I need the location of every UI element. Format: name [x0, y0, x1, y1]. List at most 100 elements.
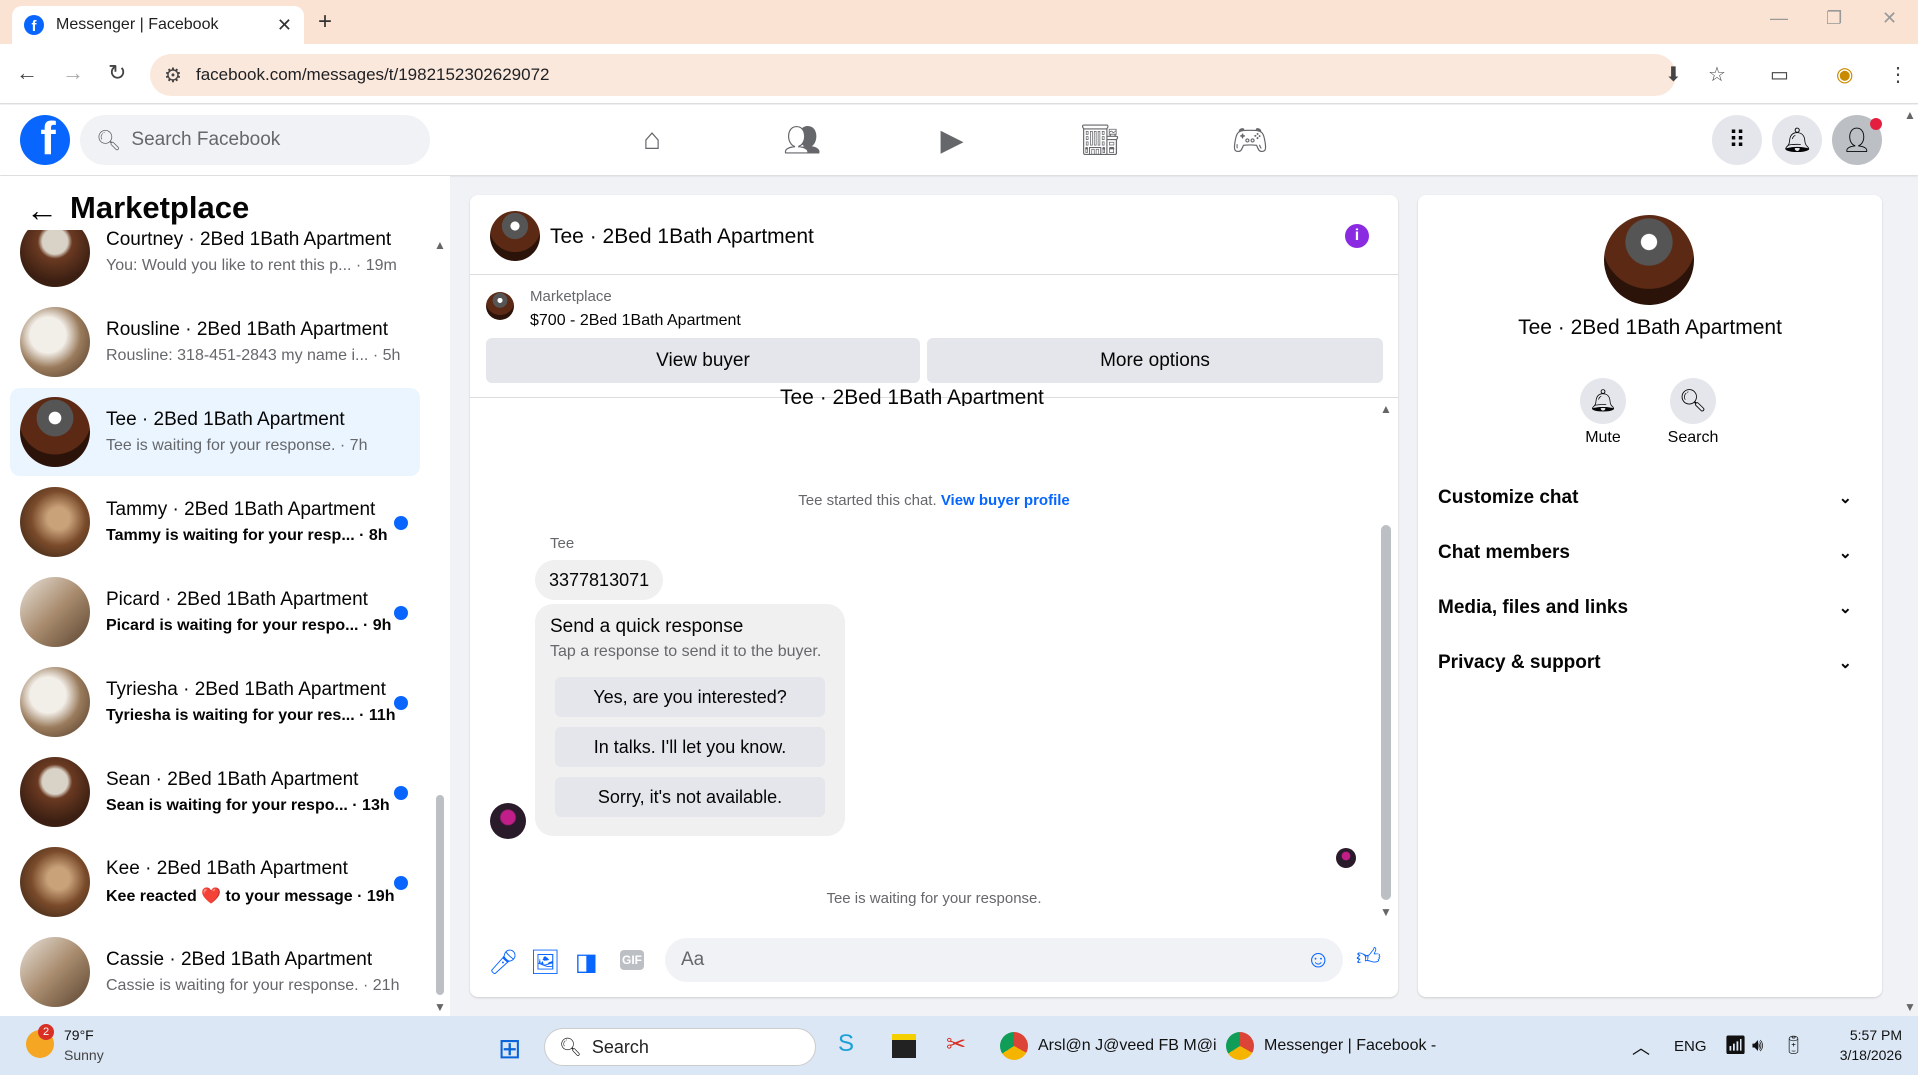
sidebar-scrollbar[interactable] — [436, 795, 444, 995]
snipping-tool-icon[interactable]: ✂ — [946, 1030, 966, 1059]
conversation-item[interactable]: Sean · 2Bed 1Bath Apartment Sean is waiti… — [10, 748, 420, 836]
waiting-notice: Tee is waiting for your response. — [826, 890, 1042, 907]
listing-title[interactable]: $700 - 2Bed 1Bath Apartment — [530, 312, 741, 330]
scroll-up-icon[interactable]: ▲ — [434, 238, 446, 252]
volume-icon[interactable]: 🔊︎ — [1752, 1035, 1763, 1056]
conversation-item[interactable]: Picard · 2Bed 1Bath Apartment Picard is w… — [10, 568, 420, 656]
back-icon[interactable]: ← — [16, 60, 38, 86]
app-s-icon[interactable]: S — [838, 1030, 854, 1058]
conversation-item[interactable]: Tyriesha · 2Bed 1Bath Apartment Tyriesha … — [10, 658, 420, 746]
chevron-up-icon[interactable]: ︿ — [1632, 1034, 1650, 1060]
chat-scroll-down-icon[interactable]: ▼ — [1380, 905, 1392, 919]
taskbar-app-label[interactable]: Messenger | Facebook - — [1264, 1037, 1436, 1055]
conversation-preview: Tammy is waiting for your resp... · 8h — [106, 527, 388, 544]
close-tab-icon[interactable]: ✕ — [277, 15, 292, 36]
menu-grid-icon[interactable]: ⠿ — [1712, 115, 1762, 165]
quick-response-button[interactable]: In talks. I'll let you know. — [555, 727, 825, 767]
sender-avatar — [490, 803, 526, 839]
chat-scrollbar[interactable] — [1381, 525, 1391, 900]
customize-chat-row[interactable]: Customize chat ⌄ — [1438, 478, 1862, 518]
facebook-search-input[interactable]: 🔍︎ Search Facebook — [80, 115, 430, 165]
facebook-favicon-icon: f — [24, 15, 44, 35]
conversation-name: Cassie · 2Bed 1Bath Apartment — [106, 949, 373, 970]
photo-icon[interactable]: 🖼︎ — [530, 948, 560, 977]
battery-icon[interactable]: 🔋︎ — [1782, 1035, 1805, 1056]
chat-members-row[interactable]: Chat members ⌄ — [1438, 533, 1862, 573]
conversation-item[interactable]: Kee · 2Bed 1Bath Apartment Kee reacted ❤️… — [10, 838, 420, 926]
info-icon[interactable]: i — [1345, 224, 1369, 248]
friends-icon[interactable]: 👥︎ — [782, 122, 822, 158]
install-icon[interactable]: ⬇ — [1665, 62, 1682, 87]
restore-icon[interactable]: ❐ — [1826, 8, 1842, 29]
more-options-button[interactable]: More options — [927, 338, 1383, 383]
conversation-item[interactable]: Rousline · 2Bed 1Bath Apartment Rousline:… — [10, 298, 420, 386]
gaming-icon[interactable]: 🎮︎ — [1230, 122, 1270, 158]
avatar — [20, 757, 90, 827]
sticky-notes-icon[interactable] — [892, 1034, 916, 1058]
minimize-icon[interactable]: — — [1770, 8, 1788, 29]
reload-icon[interactable]: ↻ — [108, 60, 126, 86]
chat-title[interactable]: Tee · 2Bed 1Bath Apartment — [550, 225, 814, 249]
video-icon[interactable]: ▶ — [932, 122, 972, 158]
facebook-logo-icon[interactable]: f — [20, 115, 70, 165]
new-tab-icon[interactable]: + — [318, 8, 332, 36]
privacy-support-row[interactable]: Privacy & support ⌄ — [1438, 643, 1862, 683]
view-buyer-profile-link[interactable]: View buyer profile — [941, 492, 1070, 509]
emoji-icon[interactable]: ☺ — [1306, 946, 1331, 974]
mute-bell-icon[interactable]: 🔔︎ — [1580, 378, 1626, 424]
like-thumbs-up-icon[interactable]: 👍︎ — [1356, 944, 1381, 972]
chat-intro-title: Tee · 2Bed 1Bath Apartment — [780, 386, 1044, 406]
windows-start-icon[interactable]: ⊞ — [498, 1032, 521, 1065]
unread-dot — [394, 606, 408, 620]
search-icon: 🔍︎ — [559, 1036, 582, 1057]
forward-icon[interactable]: → — [62, 60, 84, 86]
search-icon[interactable]: 🔍︎ — [1670, 378, 1716, 424]
chat-scroll-up-icon[interactable]: ▲ — [1380, 402, 1392, 416]
chrome-icon[interactable] — [1226, 1032, 1254, 1060]
message-input[interactable]: Aa — [665, 938, 1343, 982]
page-scroll-down-icon[interactable]: ▼ — [1904, 1000, 1916, 1014]
wifi-icon[interactable]: 📶︎ — [1724, 1035, 1747, 1056]
language-indicator[interactable]: ENG — [1674, 1038, 1707, 1055]
url-bar[interactable]: ⚙ facebook.com/messages/t/19821523026290… — [150, 54, 1676, 96]
notifications-bell-icon[interactable]: 🔔︎ — [1772, 115, 1822, 165]
browser-tab[interactable]: f Messenger | Facebook ✕ — [12, 6, 304, 44]
back-arrow-icon[interactable]: ← — [26, 192, 58, 229]
quick-response-button[interactable]: Sorry, it's not available. — [555, 777, 825, 817]
row-label: Media, files and links — [1438, 597, 1629, 618]
conversation-item[interactable]: Cassie · 2Bed 1Bath Apartment Cassie is w… — [10, 928, 420, 1016]
media-files-links-row[interactable]: Media, files and links ⌄ — [1438, 588, 1862, 628]
bookmark-star-icon[interactable]: ☆ — [1708, 62, 1726, 87]
chevron-down-icon: ⌄ — [1838, 490, 1852, 507]
site-info-icon[interactable]: ⚙ — [164, 63, 182, 88]
close-window-icon[interactable]: ✕ — [1882, 8, 1897, 29]
conversation-item[interactable]: Courtney · 2Bed 1Bath Apartment You: Woul… — [10, 230, 420, 296]
quick-response-button[interactable]: Yes, are you interested? — [555, 677, 825, 717]
message-bubble[interactable]: 3377813071 — [535, 560, 664, 600]
microphone-icon[interactable]: 🎤︎ — [488, 948, 518, 977]
chevron-down-icon: ⌄ — [1838, 655, 1852, 672]
avatar — [20, 230, 90, 287]
info-avatar[interactable] — [1604, 215, 1694, 305]
scroll-down-icon[interactable]: ▼ — [434, 1000, 446, 1014]
menu-kebab-icon[interactable]: ⋮ — [1888, 62, 1908, 87]
taskbar-search[interactable]: 🔍︎ Search — [544, 1028, 816, 1066]
conversation-item-active[interactable]: Tee · 2Bed 1Bath Apartment Tee is waiting… — [10, 388, 420, 476]
clock-time[interactable]: 5:57 PM — [1828, 1027, 1902, 1043]
conversation-item[interactable]: Tammy · 2Bed 1Bath Apartment Tammy is wai… — [10, 478, 420, 566]
chat-avatar[interactable] — [490, 211, 540, 261]
chrome-icon[interactable] — [1000, 1032, 1028, 1060]
weather-badge: 2 — [38, 1024, 54, 1040]
cast-icon[interactable]: ▭ — [1770, 62, 1789, 87]
home-icon[interactable]: ⌂ — [632, 122, 672, 158]
gif-icon[interactable]: GIF — [620, 950, 644, 970]
profile-icon[interactable]: ◉ — [1836, 62, 1853, 87]
view-buyer-button[interactable]: View buyer — [486, 338, 920, 383]
sticker-icon[interactable]: ◨ — [575, 948, 598, 977]
marketplace-icon[interactable]: 🏬︎ — [1080, 122, 1120, 158]
taskbar-app-label[interactable]: Arsl@n J@veed FB M@i — [1038, 1037, 1217, 1055]
conversation-name: Kee · 2Bed 1Bath Apartment — [106, 858, 348, 879]
clock-date[interactable]: 3/18/2026 — [1828, 1047, 1902, 1063]
taskbar-search-label: Search — [591, 1036, 649, 1057]
page-scroll-up-icon[interactable]: ▲ — [1904, 108, 1916, 122]
